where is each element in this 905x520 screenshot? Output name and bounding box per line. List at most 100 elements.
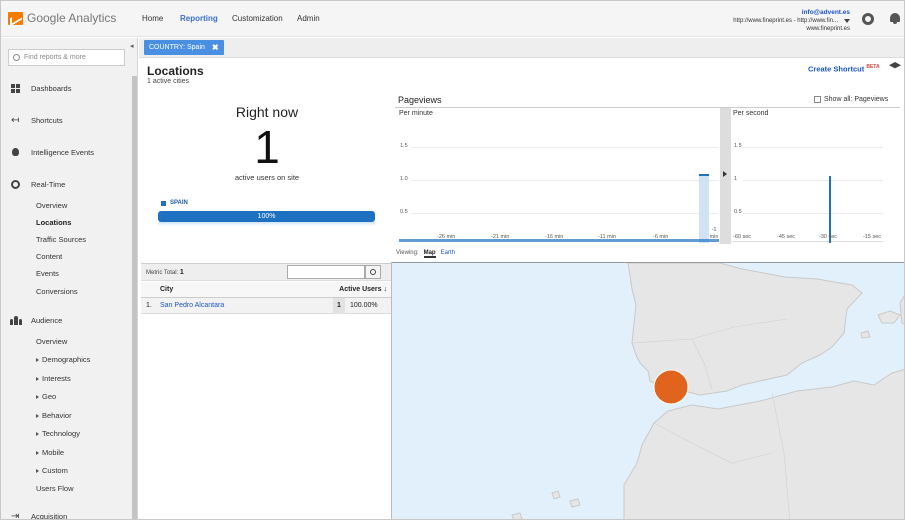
per-second-spike: [829, 176, 831, 243]
checkbox-icon: [814, 96, 821, 103]
x-tick: -16 min: [545, 234, 564, 240]
row-number: 1.: [146, 302, 152, 309]
nav-admin[interactable]: Admin: [297, 14, 320, 23]
y-tick: 0.5: [400, 209, 408, 215]
sidebar-item-label: Technology: [42, 429, 80, 438]
sidebar-item-aud-behavior[interactable]: Behavior: [36, 411, 72, 420]
account-property: http://www.fineprint.es - http://www.fin…: [733, 18, 838, 24]
active-users-count: 1: [254, 121, 280, 173]
lightbulb-icon: [12, 148, 19, 156]
show-all-label: Show all: Pageviews: [824, 96, 889, 103]
gear-icon[interactable]: [862, 13, 874, 25]
active-users-column-header[interactable]: Active Users ↓: [339, 286, 387, 293]
close-icon[interactable]: ✖: [212, 43, 219, 52]
x-tick: -26 min: [437, 234, 456, 240]
sidebar-item-rt-locations[interactable]: Locations: [36, 218, 71, 227]
filter-bar: COUNTRY: Spain ✖: [139, 38, 904, 58]
window: Google Analytics Home Reporting Customiz…: [0, 0, 905, 520]
account-selector[interactable]: info@advent.es http://www.fineprint.es -…: [733, 9, 850, 33]
y-tick: 1.0: [400, 176, 408, 182]
sidebar-item-aud-interests[interactable]: Interests: [36, 374, 71, 383]
sidebar-item-label: Dashboards: [31, 83, 72, 93]
expand-arrow-icon: [36, 414, 39, 419]
canary-land: [551, 490, 561, 500]
x-tick: -6 min: [653, 234, 669, 240]
sidebar-item-rt-traffic-sources[interactable]: Traffic Sources: [36, 235, 86, 244]
sidebar-item-rt-content[interactable]: Content: [36, 252, 62, 261]
graduation-cap-icon[interactable]: [889, 62, 901, 69]
sidebar-item-real-time[interactable]: Real-Time: [1, 172, 131, 196]
collapse-sidebar-icon[interactable]: ◂: [130, 42, 134, 50]
sidebar-item-aud-demographics[interactable]: Demographics: [36, 355, 90, 364]
per-second-label: Per second: [733, 110, 769, 117]
city-link[interactable]: San Pedro Alcantara: [160, 302, 224, 309]
per-minute-label: Per minute: [399, 110, 433, 117]
sidebar-item-label: Shortcuts: [31, 115, 63, 125]
canary-land: [569, 498, 581, 508]
country-legend: SPAIN: [161, 200, 188, 206]
metric-total-label: Metric Total:: [146, 270, 179, 276]
sidebar-item-label: Mobile: [42, 448, 65, 457]
sidebar-item-label: Demographics: [42, 355, 91, 364]
bell-icon[interactable]: [890, 13, 900, 24]
sidebar-item-acquisition[interactable]: ⇥ Acquisition: [1, 504, 131, 520]
sidebar-item-rt-conversions[interactable]: Conversions: [36, 287, 78, 296]
sidebar-item-dashboards[interactable]: Dashboards: [1, 76, 131, 100]
sidebar-item-shortcuts[interactable]: ↤ Shortcuts: [1, 108, 131, 132]
sardinia-land: [899, 295, 904, 325]
sidebar-item-aud-users-flow[interactable]: Users Flow: [36, 484, 74, 493]
table-search-button[interactable]: [365, 265, 381, 279]
filter-chip-label: COUNTRY: Spain: [149, 44, 205, 51]
sidebar-item-label: Interests: [42, 374, 71, 383]
sidebar-item-label: Acquisition: [31, 511, 68, 520]
table-row: 1. San Pedro Alcantara 1 100.00%: [141, 298, 391, 314]
nav-home[interactable]: Home: [142, 14, 163, 23]
sidebar-item-aud-custom[interactable]: Custom: [36, 466, 68, 475]
acquisition-icon: ⇥: [11, 510, 20, 520]
search-placeholder: Find reports & more: [24, 54, 86, 61]
shortcut-icon: ↤: [11, 114, 20, 126]
country-share-bar: 100%: [158, 211, 375, 222]
nav-customization[interactable]: Customization: [232, 14, 283, 23]
legend-label: SPAIN: [170, 200, 188, 206]
x-tick: -30 sec: [819, 234, 838, 240]
create-shortcut-link[interactable]: Create Shortcut BETA: [808, 64, 880, 74]
city-column-header[interactable]: City: [160, 286, 173, 293]
earth-tab[interactable]: Earth: [441, 250, 455, 258]
show-all-checkbox[interactable]: Show all: Pageviews: [814, 96, 888, 103]
balearic-land: [860, 330, 871, 339]
sidebar-item-aud-overview[interactable]: Overview: [36, 337, 67, 346]
legend-swatch: [161, 200, 166, 206]
sidebar-item-rt-overview[interactable]: Overview: [36, 201, 67, 210]
pageviews-title: Pageviews: [398, 95, 442, 105]
sidebar-scrollbar[interactable]: [132, 76, 137, 519]
sidebar-item-aud-technology[interactable]: Technology: [36, 429, 80, 438]
sidebar-item-label: Real-Time: [31, 179, 66, 189]
clock-icon: [11, 179, 20, 189]
right-now-title: Right now: [235, 104, 299, 120]
sidebar-item-aud-mobile[interactable]: Mobile: [36, 448, 64, 457]
country-filter-chip[interactable]: COUNTRY: Spain ✖: [144, 40, 224, 55]
per-second-baseline: [733, 241, 883, 242]
active-users-percent: 100.00%: [350, 302, 378, 309]
account-email: info@advent.es: [801, 9, 850, 16]
table-search-input[interactable]: [287, 265, 365, 279]
y-tick: 1.5: [400, 143, 408, 149]
location-map[interactable]: [392, 262, 904, 519]
sidebar-item-rt-events[interactable]: Events: [36, 269, 59, 278]
chart-splitter[interactable]: [720, 108, 731, 244]
sidebar-item-intelligence-events[interactable]: Intelligence Events: [1, 140, 131, 164]
sidebar-item-audience[interactable]: Audience: [1, 308, 131, 332]
expand-arrow-icon: [36, 469, 39, 474]
map-tab[interactable]: Map: [423, 250, 436, 258]
table-header: City Active Users ↓: [141, 282, 391, 298]
search-input[interactable]: Find reports & more: [8, 49, 125, 66]
x-tick: -15 sec: [863, 234, 882, 240]
map-svg: [511, 263, 904, 519]
y-tick: 0.5: [734, 209, 742, 215]
dashboard-icon: [11, 83, 21, 93]
nav-reporting[interactable]: Reporting: [180, 14, 218, 23]
google-analytics-logo[interactable]: Google Analytics: [8, 11, 116, 25]
sidebar-item-aud-geo[interactable]: Geo: [36, 392, 56, 401]
expand-arrow-icon: [36, 451, 39, 456]
